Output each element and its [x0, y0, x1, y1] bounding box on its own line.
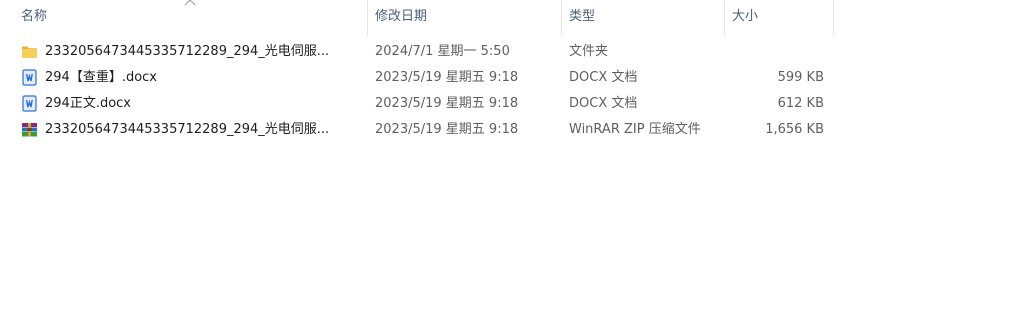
file-modified-date: 2023/5/19 星期五 9:18 [375, 70, 519, 85]
file-size: 1,656 KB [765, 122, 824, 137]
file-size: 612 KB [777, 96, 824, 111]
column-header-bar: 名称 修改日期 类型 大小 [0, 0, 834, 36]
winrar-archive-icon [22, 123, 37, 137]
column-header-type[interactable]: 类型 [562, 0, 725, 36]
file-row[interactable]: 294【查重】.docx 2023/5/19 星期五 9:18 DOCX 文档 … [14, 65, 834, 90]
folder-icon [22, 46, 37, 58]
file-size: 599 KB [777, 70, 824, 85]
word-doc-icon [22, 69, 37, 86]
file-name: 294正文.docx [45, 96, 131, 111]
file-row[interactable]: 294正文.docx 2023/5/19 星期五 9:18 DOCX 文档 61… [14, 91, 834, 116]
file-row[interactable]: 2332056473445335712289_294_光电伺服... 2023/… [14, 117, 834, 142]
file-name: 294【查重】.docx [45, 70, 157, 85]
file-type: WinRAR ZIP 压缩文件 [569, 122, 701, 137]
file-list-view: 名称 修改日期 类型 大小 2332056473445335712289_294… [0, 0, 1024, 311]
file-type: DOCX 文档 [569, 96, 638, 111]
column-header-date[interactable]: 修改日期 [368, 0, 562, 36]
column-header-size[interactable]: 大小 [725, 0, 834, 36]
file-name: 2332056473445335712289_294_光电伺服... [45, 44, 330, 59]
column-header-size-label: 大小 [732, 9, 759, 24]
file-type: DOCX 文档 [569, 70, 638, 85]
column-header-name[interactable]: 名称 [14, 0, 368, 36]
file-type: 文件夹 [569, 44, 609, 59]
file-modified-date: 2023/5/19 星期五 9:18 [375, 122, 519, 137]
column-header-name-label: 名称 [21, 9, 48, 24]
file-modified-date: 2024/7/1 星期一 5:50 [375, 44, 510, 59]
column-header-date-label: 修改日期 [375, 9, 428, 24]
file-name: 2332056473445335712289_294_光电伺服... [45, 122, 330, 137]
column-header-type-label: 类型 [569, 9, 596, 24]
file-row[interactable]: 2332056473445335712289_294_光电伺服... 2024/… [14, 39, 834, 64]
file-modified-date: 2023/5/19 星期五 9:18 [375, 96, 519, 111]
word-doc-icon [22, 95, 37, 112]
